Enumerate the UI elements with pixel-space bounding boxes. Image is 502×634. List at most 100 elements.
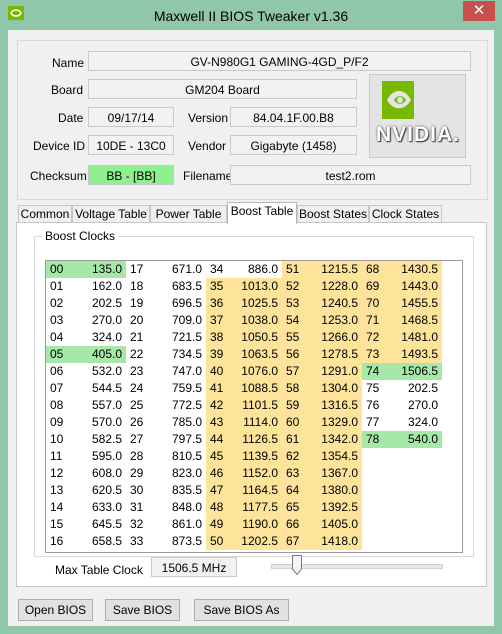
boost-entry-clock[interactable]: 1304.0 (304, 380, 362, 397)
checksum-field[interactable]: BB - [BB] (88, 165, 174, 185)
boost-entry-clock[interactable]: 270.0 (386, 397, 442, 414)
boost-entry-clock[interactable]: 570.0 (70, 414, 126, 431)
tab-common[interactable]: Common (18, 205, 72, 223)
boost-entry-clock[interactable]: 595.0 (70, 448, 126, 465)
boost-entry-clock[interactable]: 620.5 (70, 482, 126, 499)
boost-entry-clock[interactable]: 1430.5 (386, 261, 442, 278)
boost-entry-clock[interactable]: 1202.5 (230, 533, 282, 550)
boost-entry-clock[interactable]: 759.5 (150, 380, 206, 397)
boost-entry-clock[interactable]: 671.0 (150, 261, 206, 278)
boost-entry-clock[interactable]: 1266.0 (304, 329, 362, 346)
boost-entry-clock[interactable]: 721.5 (150, 329, 206, 346)
max-clock-slider-thumb[interactable] (291, 555, 302, 575)
filename-field[interactable]: test2.rom (230, 165, 471, 185)
boost-entry-clock[interactable]: 532.0 (70, 363, 126, 380)
boost-entry-clock[interactable]: 162.0 (70, 278, 126, 295)
boost-entry-clock[interactable]: 544.5 (70, 380, 126, 397)
boost-entry-clock[interactable]: 1354.5 (304, 448, 362, 465)
boost-entry-clock[interactable]: 1240.5 (304, 295, 362, 312)
boost-entry-clock[interactable]: 1506.5 (386, 363, 442, 380)
boost-entry-clock[interactable]: 772.5 (150, 397, 206, 414)
boost-entry-clock[interactable] (386, 516, 442, 533)
boost-entry-clock[interactable]: 1101.5 (230, 397, 282, 414)
boost-entry-clock[interactable]: 202.5 (386, 380, 442, 397)
boost-entry-clock[interactable]: 1228.0 (304, 278, 362, 295)
boost-entry-clock[interactable]: 1291.0 (304, 363, 362, 380)
boost-entry-clock[interactable]: 405.0 (70, 346, 126, 363)
boost-entry-clock[interactable] (386, 499, 442, 516)
boost-entry-clock[interactable]: 835.5 (150, 482, 206, 499)
boost-entry-clock[interactable]: 1481.0 (386, 329, 442, 346)
boost-entry-clock[interactable]: 1088.5 (230, 380, 282, 397)
boost-entry-clock[interactable]: 823.0 (150, 465, 206, 482)
boost-entry-clock[interactable]: 810.5 (150, 448, 206, 465)
boost-entry-clock[interactable]: 135.0 (70, 261, 126, 278)
boost-entry-clock[interactable]: 1316.5 (304, 397, 362, 414)
boost-entry-clock[interactable]: 1050.5 (230, 329, 282, 346)
boost-entry-clock[interactable]: 1139.5 (230, 448, 282, 465)
boost-entry-clock[interactable] (386, 448, 442, 465)
boost-entry-clock[interactable]: 873.5 (150, 533, 206, 550)
tab-voltage-table[interactable]: Voltage Table (72, 205, 150, 223)
boost-entry-clock[interactable]: 848.0 (150, 499, 206, 516)
boost-entry-clock[interactable]: 734.5 (150, 346, 206, 363)
boost-entry-clock[interactable]: 633.0 (70, 499, 126, 516)
boost-entry-clock[interactable]: 1038.0 (230, 312, 282, 329)
boost-entry-clock[interactable]: 608.0 (70, 465, 126, 482)
device-id-field[interactable]: 10DE - 13C0 (88, 135, 174, 155)
open-bios-button[interactable]: Open BIOS (18, 599, 93, 621)
boost-entry-clock[interactable] (386, 533, 442, 550)
boost-entry-clock[interactable]: 540.0 (386, 431, 442, 448)
boost-entry-clock[interactable]: 1278.5 (304, 346, 362, 363)
boost-entry-clock[interactable]: 1253.0 (304, 312, 362, 329)
version-field[interactable]: 84.04.1F.00.B8 (230, 107, 357, 127)
tab-clock-states[interactable]: Clock States (369, 205, 442, 223)
boost-entry-clock[interactable]: 1076.0 (230, 363, 282, 380)
boost-entry-clock[interactable]: 861.0 (150, 516, 206, 533)
tab-boost-table[interactable]: Boost Table (227, 202, 297, 224)
vendor-field[interactable]: Gigabyte (1458) (230, 135, 357, 155)
name-field[interactable]: GV-N980G1 GAMING-4GD_P/F2 (88, 51, 471, 71)
boost-entry-clock[interactable]: 1455.5 (386, 295, 442, 312)
boost-entry-clock[interactable]: 1329.0 (304, 414, 362, 431)
tab-power-table[interactable]: Power Table (150, 205, 227, 223)
date-field[interactable]: 09/17/14 (88, 107, 174, 127)
boost-clocks-grid[interactable]: 00 135.0 17 671.0 34 886.0 51 1215.5 68 1430.5 01 1… (45, 260, 463, 553)
max-table-clock-field[interactable]: 1506.5 MHz (151, 557, 237, 577)
boost-entry-clock[interactable]: 1380.0 (304, 482, 362, 499)
boost-entry-clock[interactable]: 582.5 (70, 431, 126, 448)
boost-entry-clock[interactable]: 1190.0 (230, 516, 282, 533)
boost-entry-clock[interactable] (386, 465, 442, 482)
boost-entry-clock[interactable]: 1215.5 (304, 261, 362, 278)
boost-entry-clock[interactable]: 683.5 (150, 278, 206, 295)
boost-entry-clock[interactable]: 797.5 (150, 431, 206, 448)
boost-entry-clock[interactable]: 1443.0 (386, 278, 442, 295)
boost-entry-clock[interactable]: 1493.5 (386, 346, 442, 363)
boost-entry-clock[interactable]: 557.0 (70, 397, 126, 414)
boost-entry-clock[interactable]: 886.0 (230, 261, 282, 278)
boost-entry-clock[interactable]: 658.5 (70, 533, 126, 550)
boost-entry-clock[interactable]: 202.5 (70, 295, 126, 312)
title-bar[interactable]: Maxwell II BIOS Tweaker v1.36 ✕ (0, 0, 502, 30)
boost-entry-clock[interactable]: 1367.0 (304, 465, 362, 482)
tab-boost-states[interactable]: Boost States (297, 205, 369, 223)
board-field[interactable]: GM204 Board (88, 79, 357, 99)
boost-entry-clock[interactable] (386, 482, 442, 499)
boost-entry-clock[interactable]: 1063.5 (230, 346, 282, 363)
boost-entry-clock[interactable]: 645.5 (70, 516, 126, 533)
boost-entry-clock[interactable]: 696.5 (150, 295, 206, 312)
boost-entry-clock[interactable]: 270.0 (70, 312, 126, 329)
boost-entry-clock[interactable]: 1152.0 (230, 465, 282, 482)
boost-entry-clock[interactable]: 324.0 (70, 329, 126, 346)
boost-entry-clock[interactable]: 1468.5 (386, 312, 442, 329)
boost-entry-clock[interactable]: 785.0 (150, 414, 206, 431)
save-bios-as-button[interactable]: Save BIOS As (194, 599, 289, 621)
boost-entry-clock[interactable]: 1392.5 (304, 499, 362, 516)
boost-entry-clock[interactable]: 1342.0 (304, 431, 362, 448)
boost-entry-clock[interactable]: 1164.5 (230, 482, 282, 499)
close-button[interactable]: ✕ (463, 1, 495, 21)
boost-entry-clock[interactable]: 1013.0 (230, 278, 282, 295)
boost-entry-clock[interactable]: 709.0 (150, 312, 206, 329)
boost-entry-clock[interactable]: 324.0 (386, 414, 442, 431)
boost-entry-clock[interactable]: 1114.0 (230, 414, 282, 431)
